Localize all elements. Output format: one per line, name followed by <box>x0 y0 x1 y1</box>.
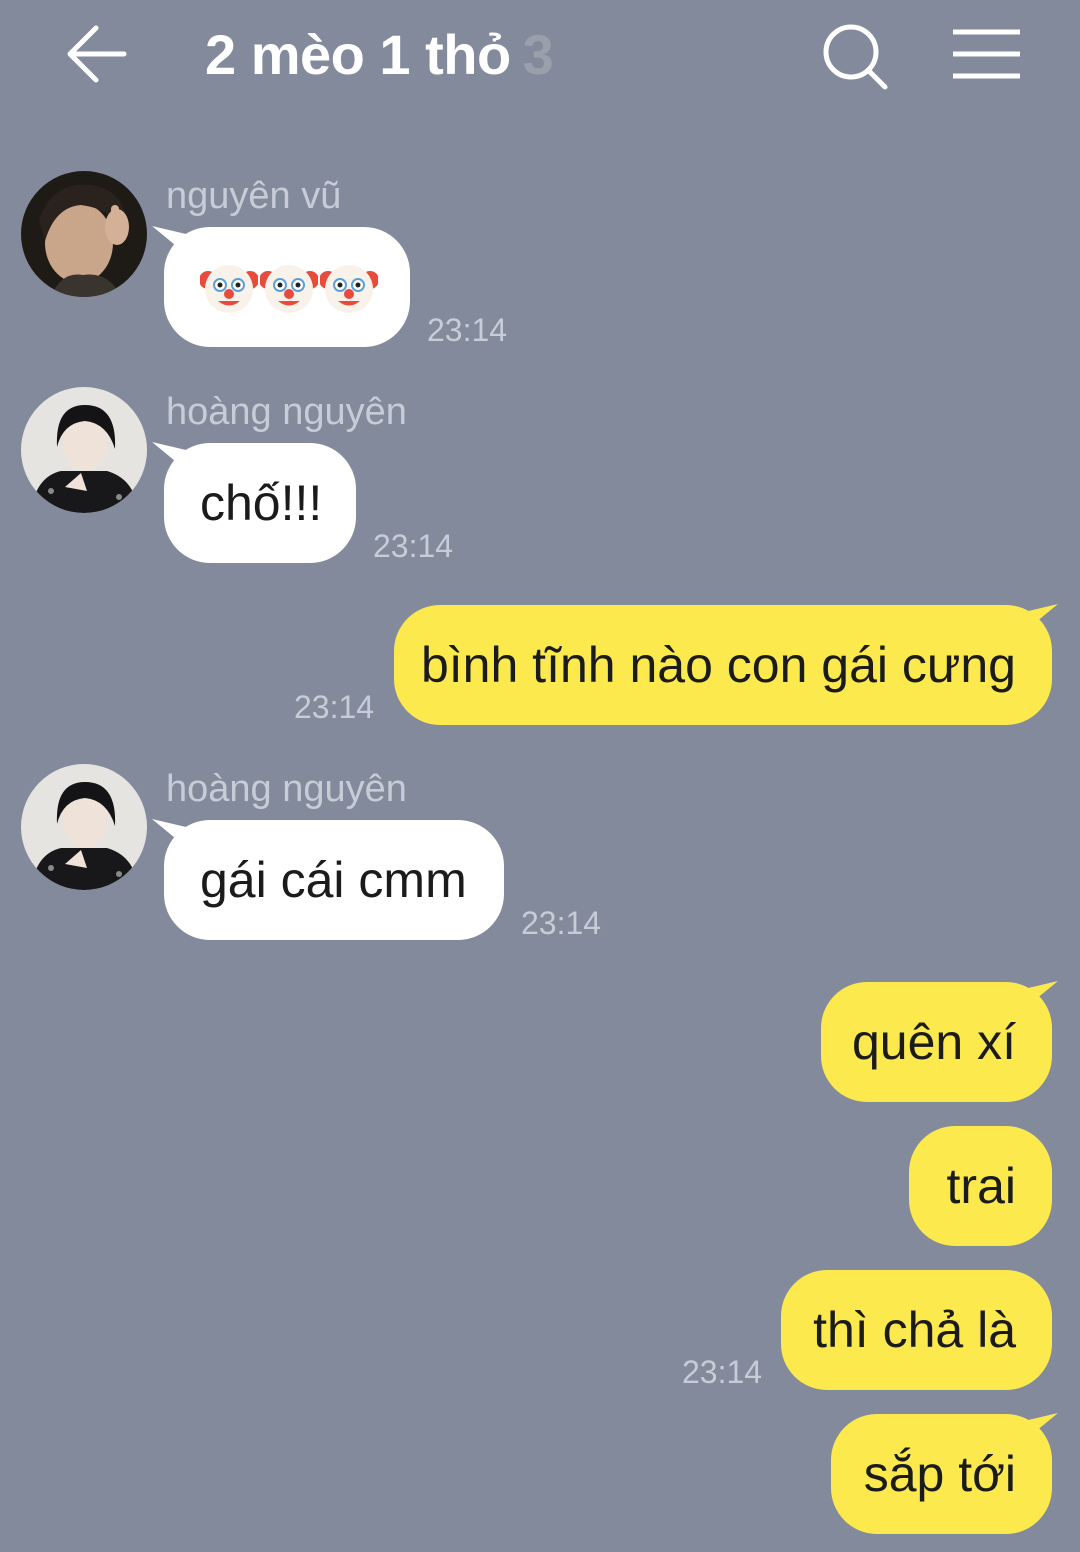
sender-name: nguyên vũ <box>166 175 342 217</box>
arrow-left-icon <box>67 25 127 83</box>
bubble-tail <box>1024 604 1058 632</box>
hamburger-menu-icon <box>953 29 1020 79</box>
message-bubble[interactable]: quên xí <box>821 982 1052 1102</box>
message-time: 23:14 <box>427 312 508 348</box>
message-bubble[interactable]: trai <box>909 1126 1052 1246</box>
message-text: chố!!! <box>200 475 323 531</box>
bubble-tail <box>1024 1413 1058 1441</box>
avatar-image <box>21 764 147 890</box>
member-count: 3 <box>522 23 554 86</box>
menu-button[interactable] <box>945 18 1030 90</box>
message-time: 23:14 <box>682 1354 763 1390</box>
message-text: gái cái cmm <box>200 852 467 908</box>
message-bubble[interactable]: sắp tới <box>831 1414 1052 1534</box>
avatar-hoang-nguyen[interactable] <box>21 387 147 513</box>
clown-face-icon <box>320 265 378 313</box>
clown-face-icon <box>260 265 318 313</box>
sender-name: hoàng nguyên <box>166 768 407 810</box>
message-text: trai <box>946 1158 1016 1214</box>
search-button[interactable] <box>815 18 895 98</box>
message-bubble[interactable]: chố!!! <box>164 443 356 563</box>
avatar-nguyen-vu[interactable] <box>21 171 147 297</box>
message-text: sắp tới <box>863 1446 1016 1502</box>
message-time: 23:14 <box>521 905 602 941</box>
clown-emoji-group <box>200 258 378 316</box>
message-bubble[interactable] <box>164 227 410 347</box>
message-text: bình tĩnh nào con gái cưng <box>420 637 1016 693</box>
message-bubble[interactable]: gái cái cmm <box>164 820 504 940</box>
message-time: 23:14 <box>373 528 454 564</box>
message-text: thì chả là <box>813 1302 1016 1358</box>
back-button[interactable] <box>58 18 138 90</box>
clown-face-icon <box>200 265 258 313</box>
message-bubble[interactable]: thì chả là <box>781 1270 1052 1390</box>
avatar-hoang-nguyen[interactable] <box>21 764 147 890</box>
avatar-image <box>21 171 147 297</box>
sender-name: hoàng nguyên <box>166 391 407 433</box>
search-icon <box>823 24 888 90</box>
message-bubble[interactable]: bình tĩnh nào con gái cưng <box>394 605 1052 725</box>
chat-name: 2 mèo 1 thỏ <box>205 23 511 86</box>
message-time: 23:14 <box>294 689 375 725</box>
chat-header: 2 mèo 1 thỏ 3 <box>0 0 1080 110</box>
bubble-tail <box>1024 981 1058 1009</box>
avatar-image <box>21 387 147 513</box>
chat-title: 2 mèo 1 thỏ 3 <box>205 22 554 87</box>
message-text: quên xí <box>851 1014 1016 1070</box>
